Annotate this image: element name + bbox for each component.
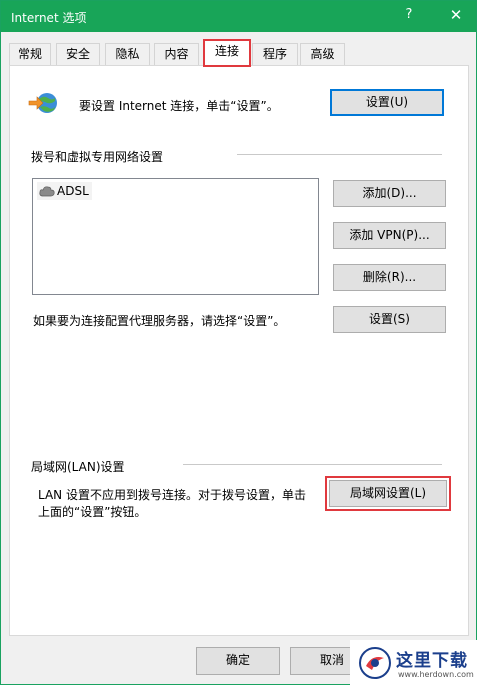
lan-settings-button[interactable]: 局域网设置(L) <box>325 476 451 511</box>
watermark-logo-icon <box>359 647 391 679</box>
remove-connection-button[interactable]: 删除(R)... <box>333 264 446 291</box>
tab-general[interactable]: 常规 <box>9 43 51 65</box>
dialup-divider <box>237 154 442 155</box>
dialup-heading: 拨号和虚拟专用网络设置 <box>31 150 164 164</box>
close-button[interactable]: ✕ <box>446 6 466 26</box>
cloud-connection-icon <box>39 186 55 197</box>
add-vpn-button[interactable]: 添加 VPN(P)... <box>333 222 446 249</box>
internet-options-window: Internet 选项 ? ✕ 常规 安全 隐私 内容 连接 程序 高级 要设置… <box>0 0 477 685</box>
tab-content[interactable]: 内容 <box>154 43 199 65</box>
site-watermark: 这里下载 www.herdown.com <box>350 640 477 685</box>
watermark-url: www.herdown.com <box>398 670 474 679</box>
proxy-instruction: 如果要为连接配置代理服务器，请选择“设置”。 <box>33 314 286 328</box>
window-title: Internet 选项 <box>11 11 87 25</box>
lan-divider <box>183 464 442 465</box>
connection-name: ADSL <box>57 184 89 198</box>
connection-list[interactable]: ADSL <box>32 178 319 295</box>
title-bar: Internet 选项 ? ✕ <box>1 1 476 32</box>
settings-button[interactable]: 设置(S) <box>333 306 446 333</box>
tab-security[interactable]: 安全 <box>56 43 100 65</box>
tab-connections[interactable]: 连接 <box>203 39 251 67</box>
tab-advanced[interactable]: 高级 <box>300 43 345 65</box>
tab-programs[interactable]: 程序 <box>252 43 298 65</box>
lan-heading: 局域网(LAN)设置 <box>31 460 125 474</box>
setup-button[interactable]: 设置(U) <box>330 89 444 116</box>
ok-button[interactable]: 确定 <box>196 647 280 675</box>
add-connection-button[interactable]: 添加(D)... <box>333 180 446 207</box>
help-button[interactable]: ? <box>399 7 419 25</box>
watermark-text: 这里下载 <box>396 651 468 671</box>
list-item-adsl[interactable]: ADSL <box>37 182 92 200</box>
connect-instruction: 要设置 Internet 连接，单击“设置”。 <box>79 99 279 113</box>
lan-description-line1: LAN 设置不应用到拨号连接。对于拨号设置，单击 <box>38 488 306 502</box>
tab-privacy[interactable]: 隐私 <box>105 43 150 65</box>
lan-description-line2: 上面的“设置”按钮。 <box>38 505 147 519</box>
network-globe-icon <box>28 93 57 113</box>
